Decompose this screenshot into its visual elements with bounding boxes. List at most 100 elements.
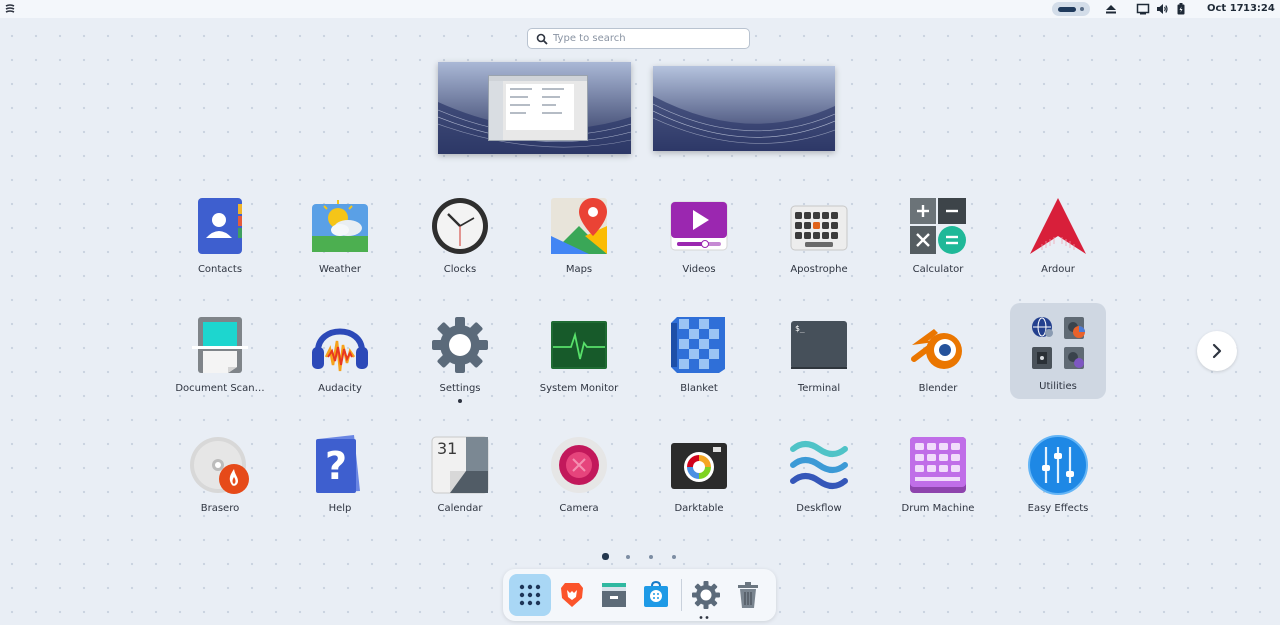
app-calendar[interactable]: 31 Calendar (412, 425, 508, 521)
weather-icon (312, 200, 368, 252)
app-audacity[interactable]: Audacity (292, 305, 388, 401)
mini-window-preview (488, 75, 588, 141)
app-label: Deskflow (796, 503, 842, 514)
wallpaper-image (653, 66, 835, 151)
time-label[interactable]: 13:24 (1243, 3, 1275, 14)
app-camera[interactable]: Camera (531, 425, 627, 521)
page-indicator-2[interactable] (626, 555, 630, 559)
app-label: Audacity (318, 383, 362, 394)
app-label: Calendar (437, 503, 483, 514)
audacity-icon (312, 328, 368, 372)
top-bar: Oct 17 13:24 (0, 0, 1280, 18)
battery-icon[interactable] (1174, 2, 1188, 16)
help-icon: ? (316, 435, 360, 493)
page-indicator-3[interactable] (649, 555, 653, 559)
maps-icon (551, 198, 607, 254)
app-label: System Monitor (539, 383, 619, 394)
videos-icon (670, 201, 728, 251)
app-label: Weather (318, 264, 362, 275)
dock-files[interactable] (593, 574, 635, 616)
app-label: Drum Machine (901, 503, 975, 514)
software-store-icon (644, 580, 668, 607)
app-label: Terminal (797, 383, 841, 394)
app-label: Utilities (1039, 381, 1077, 392)
svg-text:?: ? (325, 444, 347, 488)
calculator-icon (910, 198, 966, 254)
activities-logo-icon[interactable] (4, 3, 16, 15)
app-label: Contacts (197, 264, 243, 275)
app-easy-effects[interactable]: Easy Effects (1010, 425, 1106, 521)
app-ardour[interactable]: Ardour (1010, 186, 1106, 282)
settings-icon (432, 317, 488, 373)
app-folder-utilities[interactable]: Utilities (1010, 303, 1106, 399)
settings-icon (692, 581, 720, 609)
app-weather[interactable]: Weather (292, 186, 388, 282)
search-box[interactable] (527, 28, 750, 49)
eject-icon[interactable] (1104, 2, 1118, 16)
app-videos[interactable]: Videos (651, 186, 747, 282)
volume-icon[interactable] (1155, 2, 1169, 16)
running-indicator (699, 616, 709, 619)
app-apostrophe[interactable]: Apostrophe (771, 186, 867, 282)
page-indicator-1[interactable] (602, 553, 609, 560)
easy-effects-icon (1028, 435, 1088, 495)
calendar-day-text: 31 (437, 439, 458, 458)
app-maps[interactable]: Maps (531, 186, 627, 282)
app-calculator[interactable]: Calculator (890, 186, 986, 282)
app-drum-machine[interactable]: Drum Machine (890, 425, 986, 521)
workspace-indicator[interactable] (1052, 2, 1090, 16)
document-scanner-icon (192, 317, 248, 373)
app-contacts[interactable]: Contacts (172, 186, 268, 282)
app-darktable[interactable]: Darktable (651, 425, 747, 521)
app-label: Ardour (1041, 264, 1075, 275)
next-page-button[interactable] (1197, 331, 1237, 371)
dock-brave-browser[interactable] (551, 574, 593, 616)
dock (503, 569, 776, 621)
dock-settings[interactable] (685, 574, 727, 616)
blanket-icon (671, 317, 725, 373)
search-input[interactable] (553, 31, 743, 46)
terminal-prompt-text: $_ (795, 324, 805, 333)
workspace-dot (1080, 7, 1084, 11)
app-terminal[interactable]: $_ Terminal (771, 305, 867, 401)
app-clocks[interactable]: Clocks (412, 186, 508, 282)
trash-icon (738, 582, 758, 608)
app-blender[interactable]: Blender (890, 305, 986, 401)
app-blanket[interactable]: Blanket (651, 305, 747, 401)
app-label: Settings (439, 383, 481, 394)
app-label: Document Scan… (175, 383, 265, 394)
utilities-folder-icon (1032, 317, 1085, 369)
app-grid-icon (519, 584, 541, 606)
app-label: Blender (918, 383, 958, 394)
page-indicator-4[interactable] (672, 555, 676, 559)
search-icon (536, 33, 548, 45)
camera-icon (551, 437, 607, 493)
date-label[interactable]: Oct 17 (1207, 3, 1244, 14)
app-help[interactable]: ? Help (292, 425, 388, 521)
deskflow-icon (790, 441, 848, 489)
app-system-monitor[interactable]: System Monitor (531, 305, 627, 401)
clocks-icon (432, 198, 488, 254)
dock-trash[interactable] (727, 574, 769, 616)
workspace-thumbnail-1[interactable] (438, 62, 631, 154)
app-label: Apostrophe (790, 264, 848, 275)
dock-separator (681, 579, 682, 611)
screen-icon[interactable] (1136, 2, 1150, 16)
dock-app-grid-button[interactable] (509, 574, 551, 616)
app-brasero[interactable]: Brasero (172, 425, 268, 521)
dock-software-store[interactable] (635, 574, 677, 616)
app-label: Brasero (200, 503, 240, 514)
running-indicator (458, 399, 462, 403)
app-label: Darktable (674, 503, 724, 514)
app-settings[interactable]: Settings (412, 305, 508, 403)
app-label: Easy Effects (1027, 503, 1089, 514)
chevron-right-icon (1212, 343, 1222, 359)
app-deskflow[interactable]: Deskflow (771, 425, 867, 521)
app-label: Help (328, 503, 352, 514)
ardour-icon (1030, 198, 1086, 254)
app-label: Videos (682, 264, 716, 275)
workspace-thumbnail-2[interactable] (653, 66, 835, 151)
app-document-scanner[interactable]: Document Scan… (172, 305, 268, 401)
brave-browser-icon (561, 583, 583, 607)
darktable-icon (671, 443, 727, 489)
